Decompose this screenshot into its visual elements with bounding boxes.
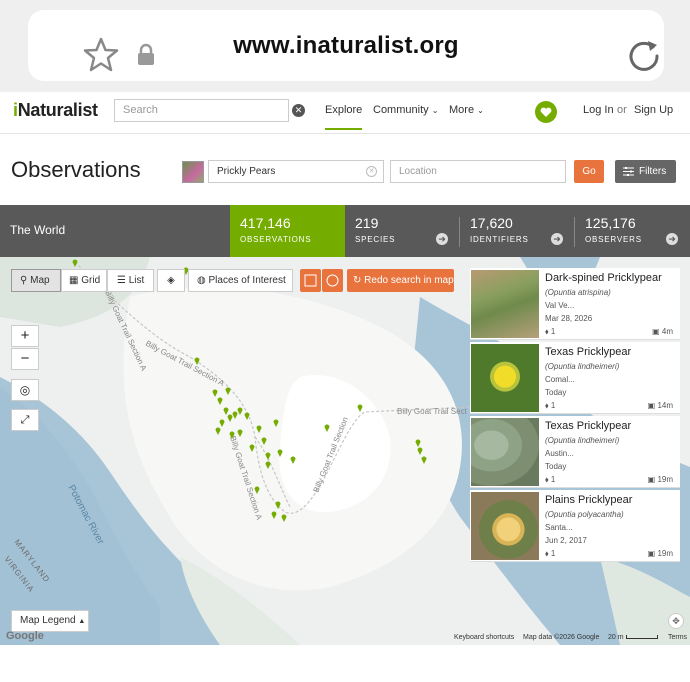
layers-icon: ◈ — [167, 275, 175, 286]
view-list-button[interactable]: ☰ List — [107, 269, 154, 292]
search-clear-icon[interactable]: ✕ — [292, 104, 305, 117]
calendar-icon: ▣ — [647, 401, 656, 410]
id-tag-icon: ⬧ — [545, 327, 549, 336]
id-tag-icon: ⬧ — [545, 475, 549, 484]
page-title: Observations — [11, 157, 141, 182]
zoom-out-button[interactable]: − — [11, 348, 39, 370]
map-scale: 20 m — [608, 634, 658, 641]
calendar-icon: ▣ — [647, 549, 656, 558]
layers-button[interactable]: ◈ — [157, 269, 185, 292]
observation-card[interactable]: Texas Pricklypear (Opuntia lindheimeri) … — [470, 416, 680, 488]
keyboard-shortcuts-link[interactable]: Keyboard shortcuts — [454, 634, 514, 641]
map-legend-button[interactable]: Map Legend ▲ — [11, 610, 89, 632]
locate-me-icon[interactable]: ◎ — [11, 379, 39, 401]
url-bar[interactable]: www.inaturalist.org — [28, 10, 664, 81]
stat-observers[interactable]: 125,176 OBSERVERS ➜ — [575, 205, 690, 257]
site-nav: iNaturalist Search ✕ Explore Community ⌄… — [0, 92, 690, 134]
stats-bar: The World 417,146 OBSERVATIONS 219 SPECI… — [0, 205, 690, 257]
trail-label: Billy Goat Trail Sect — [397, 407, 468, 416]
calendar-icon: ▣ — [647, 475, 656, 484]
nav-explore[interactable]: Explore — [325, 104, 363, 130]
scale-bar — [625, 635, 658, 640]
calendar-icon: ▣ — [652, 327, 660, 336]
place-name: The World — [10, 223, 66, 237]
stat-observations[interactable]: 417,146 OBSERVATIONS — [230, 205, 345, 257]
map-data-attribution: Map data ©2026 Google — [523, 634, 600, 641]
taxon-input[interactable]: Prickly Pears — [208, 160, 384, 183]
reload-icon[interactable] — [626, 37, 662, 73]
arrow-right-icon: ➜ — [666, 233, 678, 245]
map-camera-icon[interactable]: ✥ — [668, 613, 684, 629]
inaturalist-logo[interactable]: iNaturalist — [13, 100, 98, 121]
id-tag-icon: ⬧ — [545, 549, 549, 558]
or-text: or — [617, 104, 627, 116]
observation-card[interactable]: Dark-spined Pricklypear (Opuntia atrispi… — [470, 268, 680, 340]
signup-link[interactable]: Sign Up — [634, 104, 673, 116]
redo-search-button[interactable]: ↻ Redo search in map — [347, 269, 454, 292]
go-button[interactable]: Go — [574, 160, 604, 183]
filters-button[interactable]: Filters — [615, 160, 676, 183]
map-pin-icon: ⚲ — [20, 275, 28, 286]
page-bottom — [0, 645, 690, 682]
arrow-right-icon: ➜ — [436, 233, 448, 245]
view-map-button[interactable]: ⚲ Map — [11, 269, 61, 292]
location-input[interactable]: Location — [390, 160, 566, 183]
arrow-right-icon: ➜ — [551, 233, 563, 245]
zoom-in-button[interactable]: + — [11, 325, 39, 347]
donate-heart-icon[interactable] — [535, 101, 557, 123]
observation-photo[interactable] — [471, 418, 539, 486]
observation-photo[interactable] — [471, 344, 539, 412]
page: www.inaturalist.org iNaturalist Search ✕… — [0, 0, 690, 682]
fullscreen-icon[interactable]: ⤢ — [11, 409, 39, 431]
terms-link[interactable]: Terms — [668, 634, 687, 641]
sliders-icon — [623, 167, 634, 176]
draw-rectangle-button[interactable] — [300, 269, 321, 292]
rectangle-icon — [304, 274, 317, 287]
view-grid-button[interactable]: ▦ Grid — [61, 269, 107, 292]
stat-identifiers[interactable]: 17,620 IDENTIFIERS ➜ — [460, 205, 572, 257]
observation-card[interactable]: Texas Pricklypear (Opuntia lindheimeri) … — [470, 342, 680, 414]
list-icon: ☰ — [117, 275, 126, 286]
places-of-interest-button[interactable]: ◍ Places of Interest — [188, 269, 293, 292]
grid-icon: ▦ — [69, 275, 79, 286]
taxon-thumbnail — [182, 161, 204, 183]
chevron-up-icon: ▲ — [78, 618, 86, 625]
observation-photo[interactable] — [471, 270, 539, 338]
id-tag-icon: ⬧ — [545, 401, 549, 410]
url-text: www.inaturalist.org — [233, 32, 459, 59]
google-logo: Google — [6, 630, 44, 642]
draw-circle-button[interactable] — [322, 269, 343, 292]
observation-photo[interactable] — [471, 492, 539, 560]
login-link[interactable]: Log In — [583, 104, 614, 116]
nav-community[interactable]: Community ⌄ — [373, 104, 438, 116]
nav-more[interactable]: More ⌄ — [449, 104, 484, 116]
chevron-down-icon: ⌄ — [477, 106, 484, 115]
site-search-input[interactable]: Search — [114, 99, 289, 122]
chevron-down-icon: ⌄ — [431, 106, 439, 115]
circle-icon — [326, 274, 339, 287]
observation-card[interactable]: Plains Pricklypear (Opuntia polyacantha)… — [470, 490, 680, 562]
stat-species[interactable]: 219 SPECIES ➜ — [345, 205, 458, 257]
redo-icon: ↻ — [353, 275, 362, 286]
browser-chrome: www.inaturalist.org — [0, 0, 690, 92]
taxon-clear-icon[interactable]: ✕ — [366, 166, 377, 177]
globe-icon: ◍ — [197, 275, 206, 286]
